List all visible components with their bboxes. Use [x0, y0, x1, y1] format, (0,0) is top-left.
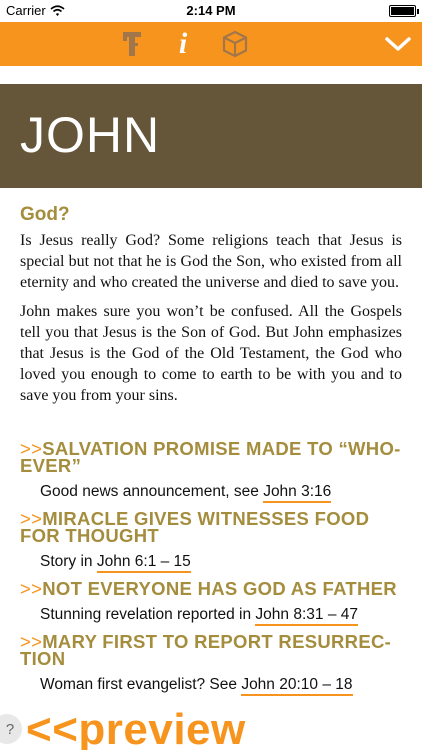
- scripture-link[interactable]: John 6:1 – 15: [96, 553, 191, 573]
- intro-section: God? Is Jesus really God? Some religions…: [20, 204, 402, 414]
- topic-description: Story in John 6:1 – 15: [20, 552, 412, 573]
- box-icon[interactable]: [219, 28, 251, 60]
- topic-description: Woman first evangelist? See John 20:10 –…: [20, 675, 412, 696]
- intro-paragraph-1: Is Jesus really God? Some religions teac…: [20, 232, 402, 291]
- chevron-down-icon[interactable]: [384, 32, 412, 56]
- tools-icon[interactable]: [116, 28, 148, 60]
- info-glyph: i: [178, 27, 188, 60]
- topic-item: >>MIRACLE GIVES WITNESSES FOOD FOR THOUG…: [20, 508, 412, 573]
- section-heading: God?: [20, 204, 70, 225]
- help-button[interactable]: ?: [0, 714, 22, 744]
- status-time: 2:14 PM: [186, 3, 236, 18]
- topic-title-text: SALVATION PROMISE MADE TO “WHO-EVER”: [20, 438, 401, 476]
- info-icon[interactable]: i: [167, 27, 199, 60]
- topic-title: >>SALVATION PROMISE MADE TO “WHO-EVER”: [20, 438, 412, 476]
- topic-title-text: MIRACLE GIVES WITNESSES FOOD FOR THOUGHT: [20, 508, 370, 546]
- topic-title: >>MIRACLE GIVES WITNESSES FOOD FOR THOUG…: [20, 508, 412, 546]
- topic-list: >>SALVATION PROMISE MADE TO “WHO-EVER” G…: [20, 438, 412, 703]
- scripture-link[interactable]: John 3:16: [263, 483, 332, 503]
- topic-description: Good news announcement, see John 3:16: [20, 482, 412, 503]
- topic-text: Woman first evangelist? See: [40, 676, 242, 693]
- topic-item: >>NOT EVERYONE HAS GOD AS FATHER Stunnin…: [20, 578, 412, 626]
- topic-item: >>MARY FIRST TO REPORT RESURREC-TION Wom…: [20, 631, 412, 696]
- topic-title-text: MARY FIRST TO REPORT RESURREC-TION: [20, 631, 392, 669]
- preview-label[interactable]: <<preview: [26, 708, 246, 750]
- scripture-link[interactable]: John 20:10 – 18: [241, 676, 353, 696]
- topic-text: Story in: [40, 553, 97, 570]
- topic-description: Stunning revelation reported in John 8:3…: [20, 605, 412, 626]
- topic-title: >>MARY FIRST TO REPORT RESURREC-TION: [20, 631, 412, 669]
- book-title: JOHN: [20, 107, 161, 163]
- scripture-link[interactable]: John 8:31 – 47: [255, 606, 358, 626]
- topic-text: Stunning revelation reported in: [40, 606, 256, 623]
- book-banner: JOHN: [0, 84, 422, 188]
- status-bar: Carrier 2:14 PM: [0, 0, 422, 22]
- topic-title: >>NOT EVERYONE HAS GOD AS FATHER: [20, 578, 412, 599]
- topic-title-text: NOT EVERYONE HAS GOD AS FATHER: [42, 578, 397, 599]
- topic-item: >>SALVATION PROMISE MADE TO “WHO-EVER” G…: [20, 438, 412, 503]
- topic-arrows: >>: [20, 578, 43, 599]
- topic-text: Good news announcement, see: [40, 483, 264, 500]
- top-toolbar: i: [0, 22, 422, 66]
- battery-icon: [389, 5, 419, 17]
- intro-paragraph-2: John makes sure you won’t be confused. A…: [20, 303, 402, 404]
